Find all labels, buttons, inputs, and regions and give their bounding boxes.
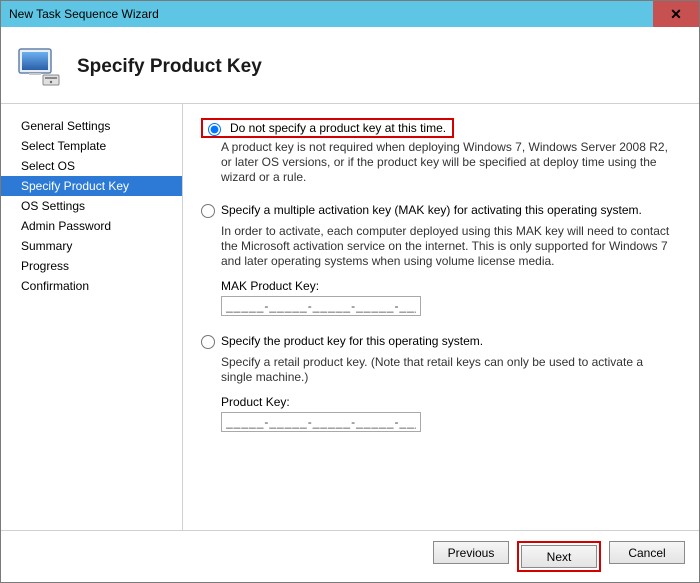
- sidebar-item-progress[interactable]: Progress: [1, 256, 182, 276]
- sidebar-item-select-template[interactable]: Select Template: [1, 136, 182, 156]
- option-mak-key-desc: In order to activate, each computer depl…: [221, 224, 677, 269]
- wizard-footer: Previous Next Cancel: [1, 530, 699, 582]
- retail-key-field-label: Product Key:: [221, 395, 677, 410]
- radio-retail-key[interactable]: [201, 335, 215, 349]
- page-title: Specify Product Key: [77, 56, 262, 78]
- close-button[interactable]: ✕: [653, 1, 699, 27]
- radio-mak-key[interactable]: [201, 204, 215, 218]
- retail-key-input[interactable]: [221, 412, 421, 432]
- option-no-key-desc: A product key is not required when deplo…: [221, 140, 677, 185]
- option-retail-key-desc: Specify a retail product key. (Note that…: [221, 355, 677, 385]
- option-retail-key: Specify the product key for this operati…: [201, 334, 677, 432]
- next-button-highlight: Next: [517, 541, 601, 572]
- option-no-key-label: Do not specify a product key at this tim…: [230, 121, 446, 136]
- wizard-sidebar: General Settings Select Template Select …: [1, 104, 183, 530]
- wizard-content: Do not specify a product key at this tim…: [183, 104, 699, 530]
- sidebar-item-admin-password[interactable]: Admin Password: [1, 216, 182, 236]
- option-retail-key-label: Specify the product key for this operati…: [221, 334, 483, 349]
- wizard-header: Specify Product Key: [1, 27, 699, 103]
- option-mak-key: Specify a multiple activation key (MAK k…: [201, 203, 677, 316]
- window-title: New Task Sequence Wizard: [9, 7, 159, 21]
- cancel-button[interactable]: Cancel: [609, 541, 685, 564]
- sidebar-item-confirmation[interactable]: Confirmation: [1, 276, 182, 296]
- option-no-key-highlight: Do not specify a product key at this tim…: [201, 118, 454, 138]
- radio-no-key[interactable]: [208, 123, 221, 136]
- titlebar: New Task Sequence Wizard ✕: [1, 1, 699, 27]
- option-no-key: Do not specify a product key at this tim…: [201, 118, 677, 185]
- sidebar-item-os-settings[interactable]: OS Settings: [1, 196, 182, 216]
- previous-button[interactable]: Previous: [433, 541, 509, 564]
- next-button[interactable]: Next: [521, 545, 597, 568]
- mak-key-input[interactable]: [221, 296, 421, 316]
- option-mak-key-label: Specify a multiple activation key (MAK k…: [221, 203, 642, 218]
- computer-icon: [15, 45, 63, 89]
- sidebar-item-general-settings[interactable]: General Settings: [1, 116, 182, 136]
- sidebar-item-specify-product-key[interactable]: Specify Product Key: [1, 176, 182, 196]
- sidebar-item-select-os[interactable]: Select OS: [1, 156, 182, 176]
- close-icon: ✕: [670, 6, 682, 23]
- sidebar-item-summary[interactable]: Summary: [1, 236, 182, 256]
- mak-key-field-label: MAK Product Key:: [221, 279, 677, 294]
